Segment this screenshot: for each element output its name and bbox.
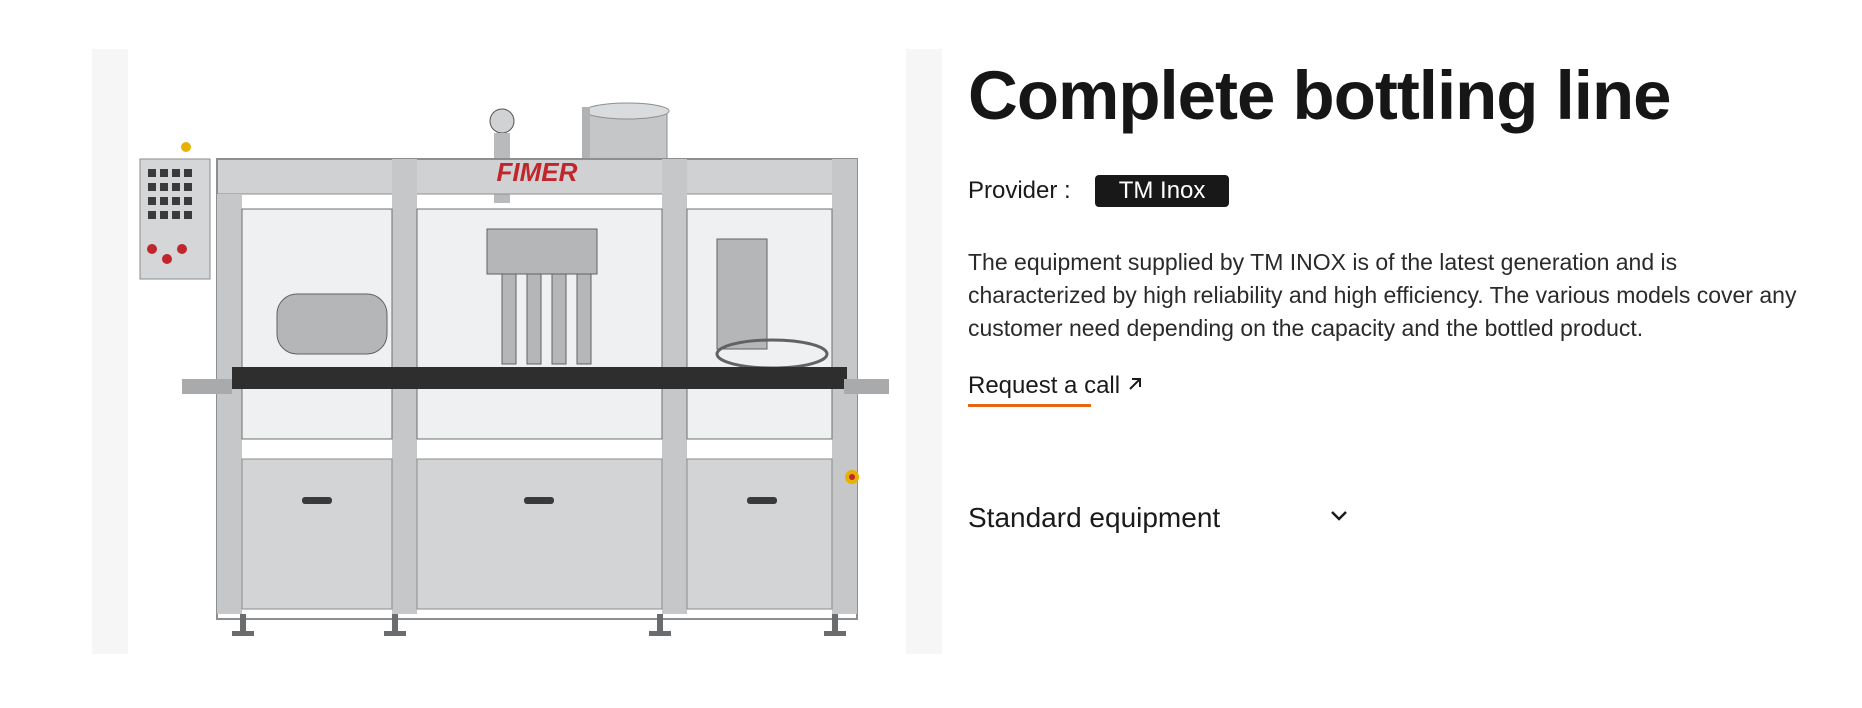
arrow-up-right-icon	[1126, 372, 1144, 400]
product-info: Complete bottling line Provider : TM Ino…	[968, 52, 1818, 533]
provider-label: Provider :	[968, 177, 1071, 204]
product-description: The equipment supplied by TM INOX is of …	[968, 249, 1797, 341]
page-title: Complete bottling line	[968, 57, 1671, 134]
provider-row: Provider : TM Inox	[968, 175, 1230, 207]
request-call-link[interactable]: Request a call	[968, 372, 1144, 407]
machine-brand-text: FIMER	[497, 157, 578, 187]
link-accent-underline	[968, 404, 1091, 407]
chevron-down-icon	[1330, 509, 1348, 527]
product-image: FIMER	[92, 49, 942, 654]
accordion-label: Standard equipment	[968, 502, 1221, 533]
provider-badge[interactable]: TM Inox	[1094, 175, 1230, 207]
request-call-label: Request a call	[968, 372, 1121, 399]
bottling-machine-illustration: FIMER	[92, 49, 942, 654]
standard-equipment-accordion[interactable]: Standard equipment	[968, 502, 1348, 534]
